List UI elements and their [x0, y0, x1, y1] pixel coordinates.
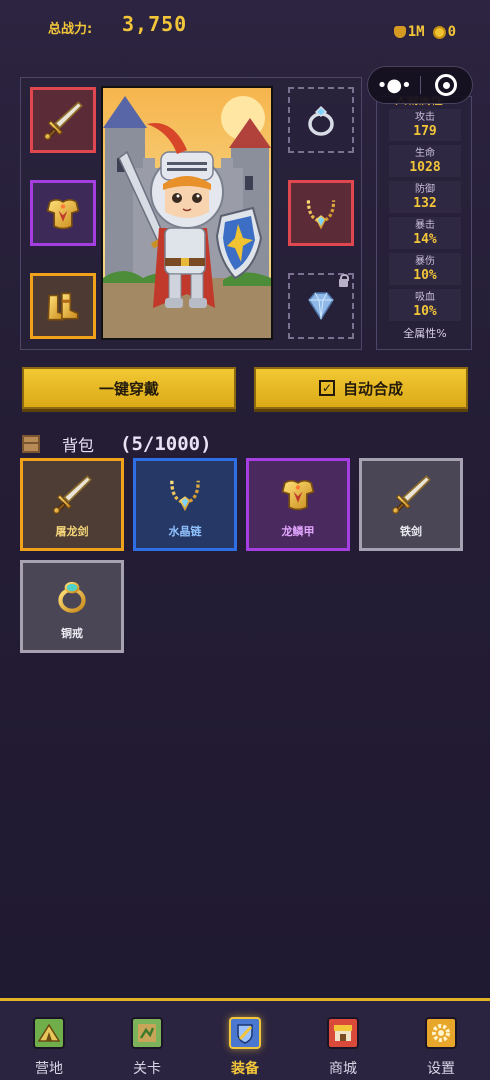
- backpack-item[interactable]: 龙鳞甲: [246, 458, 350, 551]
- attr-value: 179: [413, 124, 437, 139]
- bottom-nav: 营地 关卡 装备 商城 设置: [0, 998, 490, 1080]
- weapon-slot[interactable]: [30, 87, 96, 153]
- attributes-panel: 人物属性 攻击 179 生命 1028 防御 132 暴击 14% 暴伤 10%…: [376, 96, 472, 350]
- attr-label: 攻击: [415, 112, 435, 123]
- shop-icon: [327, 1017, 359, 1049]
- attr-value: 14%: [413, 232, 437, 247]
- gold-display: 1M: [393, 24, 425, 40]
- item-name: 龙鳞甲: [281, 524, 315, 538]
- nav-label: 关卡: [133, 1061, 161, 1077]
- armor-icon: [276, 472, 320, 516]
- attr-label: 防御: [415, 184, 435, 195]
- item-name: 水晶链: [168, 524, 202, 538]
- knight-hero-image: [103, 88, 271, 338]
- more-menu-button[interactable]: •●•: [368, 75, 420, 96]
- total-power-value: 3,750: [122, 12, 188, 36]
- auto-merge-checkbox[interactable]: ✓: [318, 380, 335, 396]
- attr-defense: 防御 132: [389, 181, 461, 213]
- auto-merge-label: 自动合成: [342, 379, 403, 398]
- attr-label: 暴击: [415, 220, 435, 231]
- gem-slot[interactable]: [288, 273, 354, 339]
- backpack-item[interactable]: 屠龙剑: [20, 458, 124, 551]
- ring-icon: [301, 100, 341, 140]
- gem-display: 0: [432, 24, 456, 40]
- attr-hp: 生命 1028: [389, 145, 461, 177]
- necklace-slot[interactable]: [288, 180, 354, 246]
- attr-crit-damage: 暴伤 10%: [389, 253, 461, 285]
- miniprogram-capsule: •●•: [367, 66, 473, 104]
- nav-label: 装备: [231, 1061, 259, 1077]
- sword-icon: [389, 472, 433, 516]
- item-name: 屠龙剑: [55, 524, 89, 538]
- hero-portrait: [101, 86, 273, 340]
- top-bar: 总战力: 3,750 1M 0: [0, 0, 490, 60]
- box-icon: [22, 435, 40, 453]
- target-icon: [435, 74, 458, 96]
- boots-slot[interactable]: [30, 273, 96, 339]
- nav-label: 商城: [329, 1061, 357, 1077]
- equip-all-button[interactable]: 一键穿戴: [22, 367, 236, 409]
- ring-slot[interactable]: [288, 87, 354, 153]
- nav-camp[interactable]: 营地: [0, 1001, 98, 1080]
- sword-icon: [50, 472, 94, 516]
- sword-icon: [41, 98, 85, 142]
- ring-icon: [51, 575, 93, 617]
- backpack-label: 背包: [62, 436, 95, 455]
- necklace-icon: [300, 192, 342, 234]
- attr-crit: 暴击 14%: [389, 217, 461, 249]
- camp-icon: [33, 1017, 65, 1049]
- attr-value: 10%: [413, 268, 437, 283]
- money-bag-icon: [393, 26, 406, 38]
- item-name: 铜戒: [61, 626, 83, 640]
- nav-label: 营地: [35, 1061, 63, 1077]
- boots-icon: [42, 285, 84, 327]
- equipment-icon: [229, 1017, 261, 1049]
- nav-label: 设置: [427, 1061, 455, 1077]
- equipment-panel: [20, 77, 362, 350]
- settings-gear-icon: [425, 1017, 457, 1049]
- item-name: 铁剑: [400, 524, 422, 538]
- attr-all-stats: 全属性%: [403, 327, 447, 340]
- attr-value: 10%: [413, 304, 437, 319]
- gold-amount: 1M: [407, 24, 425, 40]
- nav-shop[interactable]: 商城: [294, 1001, 392, 1080]
- attr-attack: 攻击 179: [389, 109, 461, 141]
- nav-equipment[interactable]: 装备: [196, 1001, 294, 1080]
- equip-all-label: 一键穿戴: [98, 379, 159, 398]
- armor-slot[interactable]: [30, 180, 96, 246]
- backpack-item[interactable]: 铜戒: [20, 560, 124, 653]
- nav-settings[interactable]: 设置: [392, 1001, 490, 1080]
- currency-bar: 1M 0: [393, 24, 456, 40]
- gem-amount: 0: [447, 24, 456, 40]
- attr-value: 132: [413, 196, 437, 211]
- coin-icon: [432, 25, 446, 39]
- total-power-label: 总战力:: [48, 22, 93, 37]
- attr-label: 暴伤: [415, 256, 435, 267]
- attr-label: 吸血: [415, 292, 435, 303]
- map-icon: [131, 1017, 163, 1049]
- backpack-count: (5/1000): [120, 433, 212, 455]
- attr-value: 1028: [409, 160, 441, 175]
- auto-merge-button[interactable]: ✓ 自动合成: [254, 367, 468, 409]
- necklace-icon: [163, 472, 207, 516]
- nav-stages[interactable]: 关卡: [98, 1001, 196, 1080]
- armor-icon: [41, 191, 85, 235]
- gem-icon: [301, 286, 341, 326]
- attr-lifesteal: 吸血 10%: [389, 289, 461, 321]
- lock-icon: [339, 274, 349, 287]
- close-target-button[interactable]: [420, 74, 472, 96]
- backpack-item[interactable]: 铁剑: [359, 458, 463, 551]
- backpack-header: 背包 (5/1000): [22, 432, 212, 456]
- attr-label: 生命: [415, 148, 435, 159]
- backpack-item[interactable]: 水晶链: [133, 458, 237, 551]
